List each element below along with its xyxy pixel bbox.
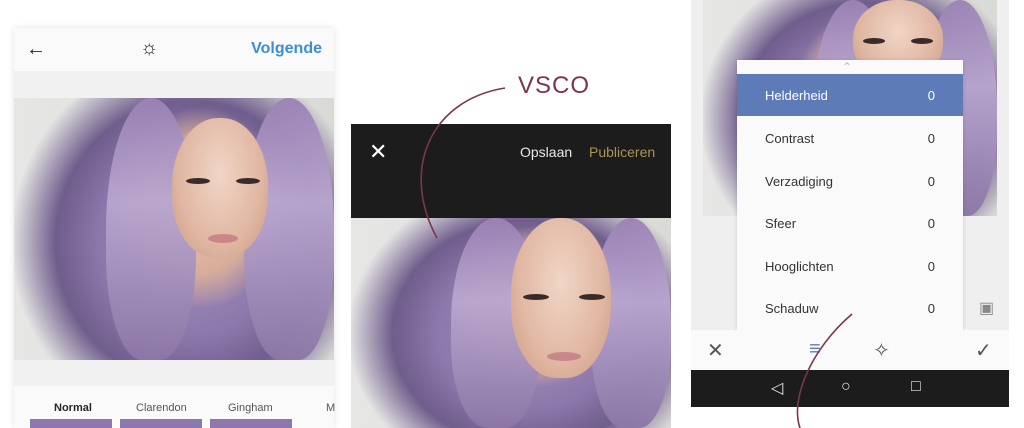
filter-gingham[interactable]: Gingham bbox=[228, 402, 273, 414]
adjust-row-shadows[interactable]: Schaduw 0 bbox=[737, 287, 963, 329]
adjust-menu: ⌃ Helderheid 0 Contrast 0 Verzadiging 0 … bbox=[737, 60, 963, 330]
adjust-row-brightness[interactable]: Helderheid 0 bbox=[737, 74, 963, 116]
bookmark-icon[interactable]: ▣ bbox=[979, 298, 994, 318]
filter-thumb-clarendon[interactable] bbox=[120, 419, 202, 428]
adjust-row-label: Hooglichten bbox=[765, 259, 834, 274]
nav-back-icon[interactable]: ◁ bbox=[771, 378, 783, 398]
vsco-editor: ✕ Opslaan Publiceren bbox=[351, 124, 671, 428]
adjust-row-value: 0 bbox=[927, 131, 935, 146]
adjust-row-label: Schaduw bbox=[765, 301, 819, 316]
filter-m[interactable]: M bbox=[326, 402, 335, 414]
adjust-row-saturation[interactable]: Verzadiging 0 bbox=[737, 160, 963, 202]
adjust-row-ambiance[interactable]: Sfeer 0 bbox=[737, 202, 963, 244]
chevron-up-icon[interactable]: ⌃ bbox=[842, 60, 852, 74]
adjust-row-label: Sfeer bbox=[765, 216, 797, 231]
adjust-row-contrast[interactable]: Contrast 0 bbox=[737, 117, 963, 159]
instagram-photo bbox=[14, 98, 334, 360]
close-icon[interactable]: ✕ bbox=[369, 139, 387, 165]
adjust-row-label: Verzadiging bbox=[765, 174, 833, 189]
publish-button[interactable]: Publiceren bbox=[589, 144, 655, 160]
filter-thumb-normal[interactable] bbox=[30, 419, 112, 428]
adjust-row-value: 0 bbox=[927, 216, 935, 231]
next-button[interactable]: Volgende bbox=[251, 40, 322, 58]
vsco-photo bbox=[351, 218, 671, 428]
adjust-row-label: Helderheid bbox=[765, 88, 828, 103]
nav-home-icon[interactable]: ○ bbox=[841, 378, 851, 396]
save-button[interactable]: Opslaan bbox=[520, 144, 572, 160]
android-nav-bar: ◁ ○ □ bbox=[691, 370, 1009, 407]
filter-strip: Normal Clarendon Gingham M bbox=[14, 386, 335, 428]
check-icon[interactable]: ✓ bbox=[975, 338, 992, 363]
adjust-row-value: 0 bbox=[927, 259, 935, 274]
cancel-icon[interactable]: ✕ bbox=[707, 338, 724, 363]
adjust-row-label: Contrast bbox=[765, 131, 815, 146]
snapseed-editor: ▣ ⌃ Helderheid 0 Contrast 0 Verzadiging … bbox=[691, 0, 1009, 407]
filter-clarendon[interactable]: Clarendon bbox=[136, 402, 187, 414]
snapseed-toolbar: ✕ ≡ ✧ ✓ bbox=[691, 330, 1009, 370]
adjust-row-value: 0 bbox=[927, 88, 935, 103]
filter-thumb-gingham[interactable] bbox=[210, 419, 292, 428]
instagram-top-bar: ← ☼ Volgende bbox=[14, 28, 334, 71]
magic-wand-icon[interactable]: ✧ bbox=[873, 338, 890, 363]
nav-recents-icon[interactable]: □ bbox=[911, 378, 921, 396]
vsco-annotation: VSCO bbox=[518, 72, 591, 99]
filter-normal[interactable]: Normal bbox=[54, 402, 92, 414]
adjust-row-highlights[interactable]: Hooglichten 0 bbox=[737, 245, 963, 287]
adjust-row-value: 0 bbox=[927, 301, 935, 316]
instagram-editor: ← ☼ Volgende Normal Clarendon Gingham M bbox=[14, 28, 335, 428]
lux-icon[interactable]: ☼ bbox=[140, 37, 158, 60]
sliders-icon[interactable]: ≡ bbox=[809, 338, 821, 361]
adjust-row-value: 0 bbox=[927, 174, 935, 189]
arrow-left-icon[interactable]: ← bbox=[26, 38, 46, 61]
